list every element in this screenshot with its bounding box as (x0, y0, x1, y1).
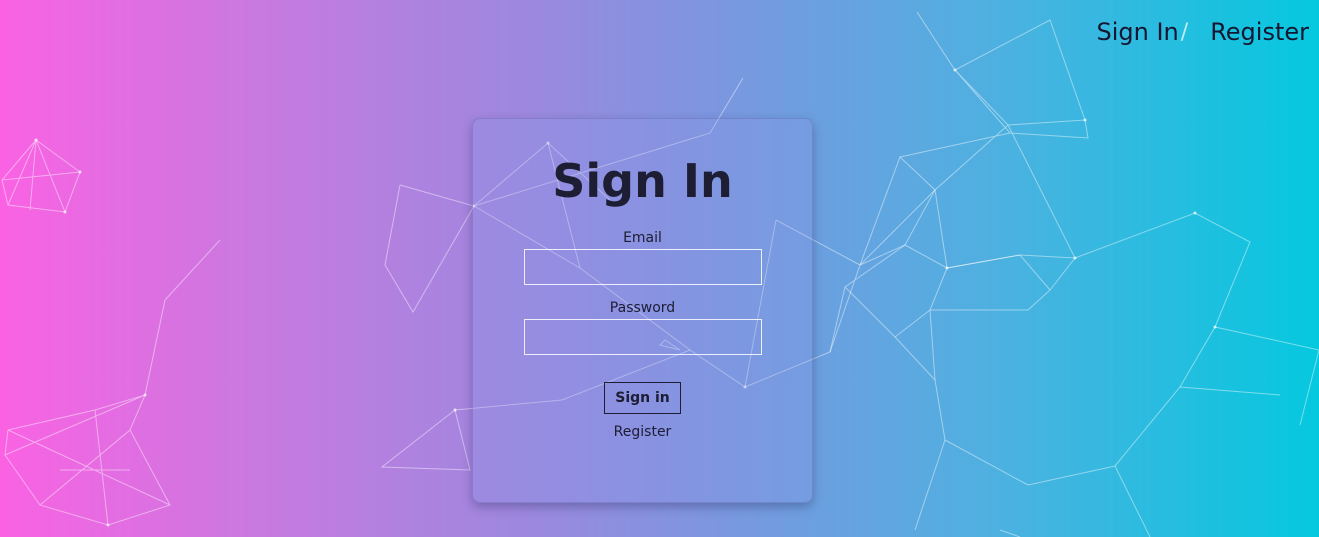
email-label: Email (623, 230, 662, 246)
nav-separator: / (1180, 19, 1189, 45)
password-label: Password (609, 300, 676, 316)
sign-in-button[interactable]: Sign in (604, 382, 681, 414)
password-field[interactable] (523, 319, 762, 355)
top-nav: Sign In / Register (1097, 18, 1310, 46)
nav-sign-in-link[interactable]: Sign In (1097, 18, 1179, 46)
sign-in-card: Sign In Email Password Sign in Register (472, 118, 813, 503)
nav-register-link[interactable]: Register (1210, 18, 1309, 46)
email-field[interactable] (523, 249, 762, 285)
register-link[interactable]: Register (473, 424, 812, 440)
page-title: Sign In (552, 154, 733, 208)
